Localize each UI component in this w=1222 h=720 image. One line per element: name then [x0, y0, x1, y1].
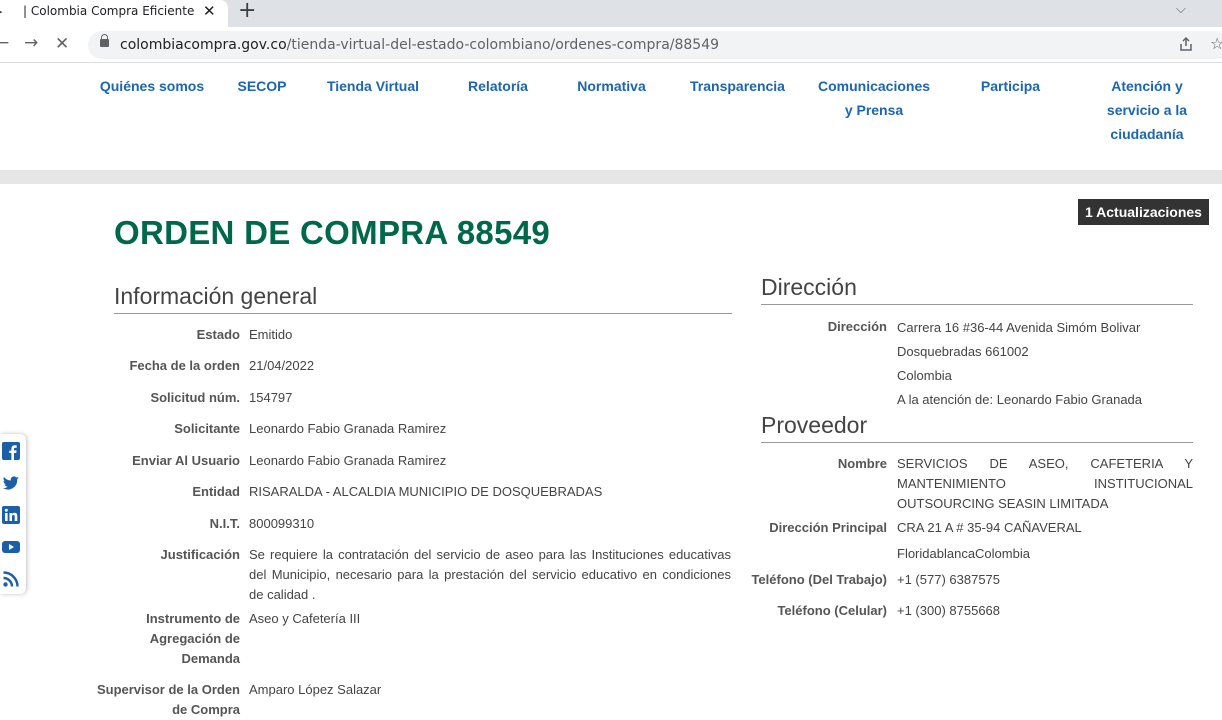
- nav-item-tienda-virtual[interactable]: Tienda Virtual: [326, 74, 420, 98]
- back-arrow-icon[interactable]: ←: [0, 33, 9, 53]
- page-title: ORDEN DE COMPRA 88549: [114, 214, 551, 251]
- proveedor-label: Dirección Principal: [769, 520, 887, 535]
- tab-search-chevron-icon[interactable]: ⌵: [1176, 2, 1186, 17]
- nav-item-label: Transparencia: [690, 78, 785, 94]
- info-label: Fecha de la orden: [129, 358, 240, 373]
- direccion-line: Carrera 16 #36-44 Avenida Simóm Bolivar: [897, 320, 1141, 335]
- nav-item-label: Normativa: [577, 78, 646, 94]
- info-value: 21/04/2022: [249, 358, 315, 373]
- nav-item-label: Quiénes somos: [99, 78, 205, 94]
- proveedor-label: Teléfono (Del Trabajo): [751, 572, 887, 587]
- nav-item-normativa[interactable]: Normativa: [576, 74, 647, 98]
- url-path: /tienda-virtual-del-estado-colombiano/or…: [286, 37, 720, 53]
- info-value: Leonardo Fabio Granada Ramirez: [249, 453, 447, 468]
- info-value: Amparo López Salazar: [249, 682, 382, 697]
- nav-item-label: Tienda Virtual: [326, 78, 420, 94]
- stop-loading-icon[interactable]: ✕: [55, 34, 69, 54]
- linkedin-icon[interactable]: [2, 506, 20, 524]
- nav-item-label: Comunicaciones: [817, 78, 931, 94]
- nav-item-label: Atención y: [1111, 78, 1183, 94]
- info-value: 154797: [249, 390, 293, 405]
- proveedor-label: Teléfono (Celular): [777, 603, 887, 618]
- nav-item-label: Relatoría: [468, 78, 528, 94]
- lock-icon[interactable]: [100, 34, 109, 47]
- nav-item-label: SECOP: [237, 78, 287, 94]
- url-text: colombiacompra.gov.co/tienda-virtual-del…: [120, 37, 719, 53]
- info-value: Emitido: [249, 327, 293, 342]
- info-label: Enviar Al Usuario: [132, 453, 240, 468]
- nav-item-participa[interactable]: Participa: [980, 74, 1041, 98]
- direccion-line: A la atención de: Leonardo Fabio Granada: [897, 392, 1143, 407]
- address-bar-row: ← → ✕ colombiacompra.gov.co/tienda-virtu…: [0, 27, 1222, 63]
- proveedor-value: SERVICIOS DE ASEO, CAFETERIA Y MANTENIMI…: [897, 456, 1193, 511]
- nav-item-relatoria[interactable]: Relatoría: [467, 74, 529, 98]
- facebook-icon[interactable]: [2, 442, 20, 460]
- bookmark-star-icon[interactable]: ☆: [1210, 34, 1222, 53]
- info-label: Justificación: [160, 547, 240, 562]
- info-label: Entidad: [192, 484, 240, 499]
- nav-item-secop[interactable]: SECOP: [237, 74, 287, 98]
- direccion-heading: Dirección: [761, 274, 1193, 305]
- tab-title: | Colombia Compra Eficiente | Ag: [23, 4, 195, 18]
- proveedor-value: +1 (300) 8755668: [897, 603, 1001, 618]
- direccion-line: Colombia: [897, 368, 952, 383]
- nav-item-atencion[interactable]: Atención y servicio a la ciudadanía: [1104, 74, 1190, 146]
- forward-arrow-icon[interactable]: →: [24, 33, 38, 53]
- site-navigation: Quiénes somos SECOP Tienda Virtual Relatorí…: [0, 64, 1222, 170]
- info-value: Se requiere la contratación del servicio…: [249, 547, 731, 602]
- info-label: Supervisor de la Orden de Compra: [96, 682, 240, 717]
- nav-item-label: y Prensa: [844, 102, 904, 118]
- proveedor-value: CRA 21 A # 35-94 CAÑAVERAL: [897, 520, 1082, 535]
- divider-bar: [0, 170, 1222, 184]
- info-value: 800099310: [249, 516, 315, 531]
- share-icon[interactable]: [1178, 36, 1194, 52]
- browser-tab-bar: ▸ | Colombia Compra Eficiente | Ag ✕ + ⌵: [0, 0, 1222, 27]
- url-host: colombiacompra.gov.co: [120, 37, 287, 53]
- youtube-icon[interactable]: [2, 538, 20, 556]
- proveedor-heading: Proveedor: [761, 412, 1193, 443]
- rss-icon[interactable]: [2, 570, 20, 588]
- info-value: RISARALDA - ALCALDIA MUNICIPIO DE DOSQUE…: [249, 484, 603, 499]
- info-label: Estado: [196, 327, 240, 342]
- info-value: Leonardo Fabio Granada Ramirez: [249, 421, 447, 436]
- proveedor-label: Nombre: [837, 456, 887, 471]
- info-general-heading: Información general: [114, 283, 732, 314]
- info-label: N.I.T.: [209, 516, 240, 531]
- direccion-label: Dirección: [827, 319, 887, 334]
- url-input[interactable]: colombiacompra.gov.co/tienda-virtual-del…: [88, 31, 1222, 59]
- nav-item-quienes-somos[interactable]: Quiénes somos: [98, 74, 206, 98]
- info-value: Aseo y Cafetería III: [249, 611, 361, 626]
- info-label: Solicitante: [174, 421, 240, 436]
- browser-tab[interactable]: ▸ | Colombia Compra Eficiente | Ag ✕: [0, 0, 228, 27]
- info-label: Instrumento de Agregación de Demanda: [146, 611, 240, 666]
- proveedor-value: +1 (577) 6387575: [897, 572, 1001, 587]
- updates-badge[interactable]: 1 Actualizaciones: [1078, 199, 1209, 225]
- direccion-line: Dosquebradas 661002: [897, 344, 1029, 359]
- nav-item-label: servicio a la: [1106, 102, 1188, 118]
- new-tab-button[interactable]: +: [238, 0, 256, 22]
- nav-item-comunicaciones[interactable]: Comunicaciones y Prensa: [816, 74, 932, 122]
- social-sidebar: [0, 434, 26, 594]
- proveedor-value: FloridablancaColombia: [897, 546, 1030, 561]
- info-label: Solicitud núm.: [150, 390, 240, 405]
- nav-item-label: ciudadanía: [1110, 126, 1184, 142]
- tab-scroll-icon: ▸: [0, 5, 3, 18]
- nav-item-transparencia[interactable]: Transparencia: [689, 74, 786, 98]
- tab-close-icon[interactable]: ✕: [203, 2, 216, 20]
- twitter-icon[interactable]: [2, 474, 20, 492]
- nav-item-label: Participa: [980, 78, 1041, 94]
